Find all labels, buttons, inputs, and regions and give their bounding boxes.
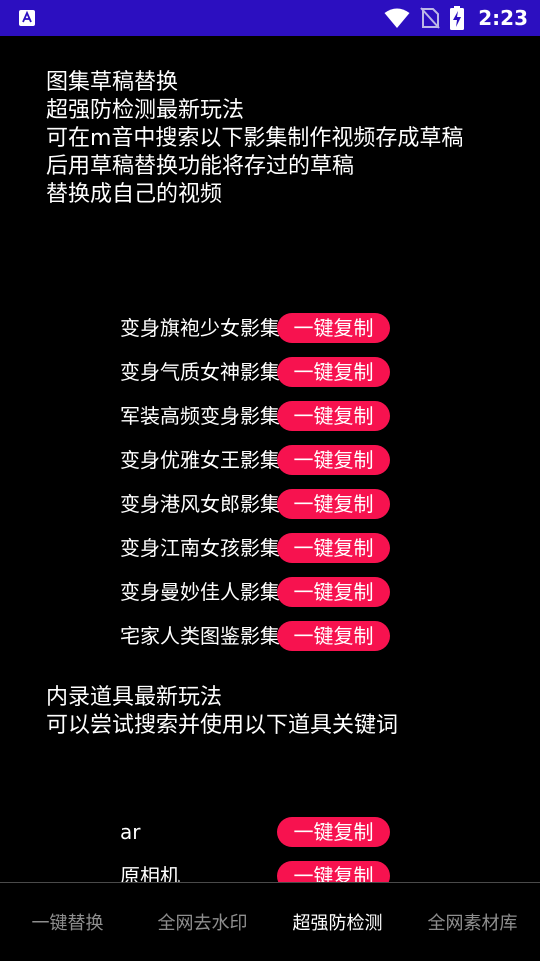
tab-remove-watermark[interactable]: 全网去水印 [135,883,270,961]
album-name: 军装高频变身影集 [120,404,280,428]
prop-name: ar [120,820,141,844]
tab-material-library[interactable]: 全网素材库 [405,883,540,961]
album-row: 宅家人类图鉴影集 一键复制 [0,614,540,658]
intro-line: 超强防检测最新玩法 [46,98,245,123]
prop-row: ar 一键复制 [0,810,540,854]
intro-text: 图集草稿替换 超强防检测最新玩法 可在m音中搜索以下影集制作视频存成草稿 后用草… [46,69,496,209]
tab-one-click-replace[interactable]: 一键替换 [0,883,135,961]
no-sim-icon [420,7,440,29]
album-name: 宅家人类图鉴影集 [120,624,280,648]
copy-button[interactable]: 一键复制 [277,313,390,343]
album-name: 变身优雅女王影集 [120,448,280,472]
props-intro-line: 内录道具最新玩法 [46,685,223,710]
intro-line: 替换成自己的视频 [46,182,223,207]
status-icons: 2:23 [384,0,528,36]
album-name: 变身港风女郎影集 [120,492,280,516]
copy-button[interactable]: 一键复制 [277,577,390,607]
copy-button[interactable]: 一键复制 [277,401,390,431]
content-scroll-area[interactable]: 图集草稿替换 超强防检测最新玩法 可在m音中搜索以下影集制作视频存成草稿 后用草… [0,36,540,882]
prop-row: 原相机 一键复制 [0,854,540,882]
copy-button[interactable]: 一键复制 [277,357,390,387]
status-bar: 2:23 [0,0,540,36]
album-row: 军装高频变身影集 一键复制 [0,394,540,438]
intro-line: 可在m音中搜索以下影集制作视频存成草稿 [46,126,464,151]
album-row: 变身江南女孩影集 一键复制 [0,526,540,570]
props-intro-text: 内录道具最新玩法 可以尝试搜索并使用以下道具关键词 [46,684,496,740]
copy-button[interactable]: 一键复制 [277,817,390,847]
intro-line: 图集草稿替换 [46,70,179,95]
prop-name: 原相机 [120,864,180,882]
album-row: 变身优雅女王影集 一键复制 [0,438,540,482]
album-name: 变身江南女孩影集 [120,536,280,560]
album-name: 变身旗袍少女影集 [120,316,280,340]
app-badge-icon [19,10,35,26]
album-row: 变身港风女郎影集 一键复制 [0,482,540,526]
copy-button[interactable]: 一键复制 [277,445,390,475]
album-name: 变身气质女神影集 [120,360,280,384]
props-list: ar 一键复制 原相机 一键复制 [0,810,540,882]
bottom-nav: 一键替换 全网去水印 超强防检测 全网素材库 [0,882,540,961]
copy-button[interactable]: 一键复制 [277,861,390,882]
copy-button[interactable]: 一键复制 [277,489,390,519]
status-time: 2:23 [478,6,528,30]
album-row: 变身旗袍少女影集 一键复制 [0,306,540,350]
album-row: 变身曼妙佳人影集 一键复制 [0,570,540,614]
album-name: 变身曼妙佳人影集 [120,580,280,604]
album-list: 变身旗袍少女影集 一键复制 变身气质女神影集 一键复制 军装高频变身影集 一键复… [0,306,540,658]
intro-line: 后用草稿替换功能将存过的草稿 [46,154,355,179]
tab-anti-detection[interactable]: 超强防检测 [270,883,405,961]
props-intro-line: 可以尝试搜索并使用以下道具关键词 [46,713,399,738]
copy-button[interactable]: 一键复制 [277,533,390,563]
battery-charging-icon [450,6,465,30]
album-row: 变身气质女神影集 一键复制 [0,350,540,394]
wifi-icon [384,8,410,28]
copy-button[interactable]: 一键复制 [277,621,390,651]
